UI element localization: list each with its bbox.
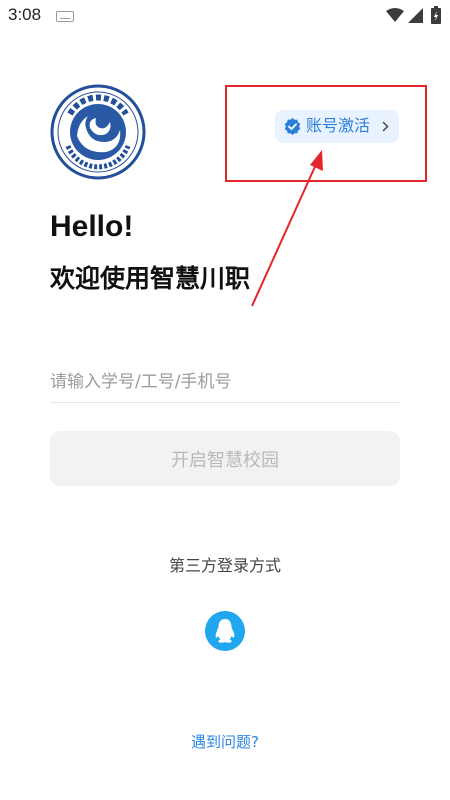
qq-login-button[interactable] [205, 611, 245, 651]
help-link[interactable]: 遇到问题? [0, 731, 450, 752]
signal-icon [408, 8, 423, 23]
third-party-login-title: 第三方登录方式 [168, 556, 281, 575]
college-logo [50, 84, 146, 180]
status-bar: 3:08 [0, 0, 450, 30]
status-time: 3:08 [8, 5, 42, 24]
start-smart-campus-button[interactable]: 开启智慧校园 [50, 431, 400, 486]
hello-heading: Hello! [50, 210, 134, 243]
qq-icon [215, 619, 235, 643]
battery-icon [431, 6, 441, 24]
wifi-icon [386, 8, 404, 22]
account-input[interactable] [50, 362, 400, 403]
keyboard-icon [56, 11, 74, 22]
welcome-heading: 欢迎使用智慧川职 [50, 264, 251, 293]
annotation-highlight-box [225, 85, 427, 182]
